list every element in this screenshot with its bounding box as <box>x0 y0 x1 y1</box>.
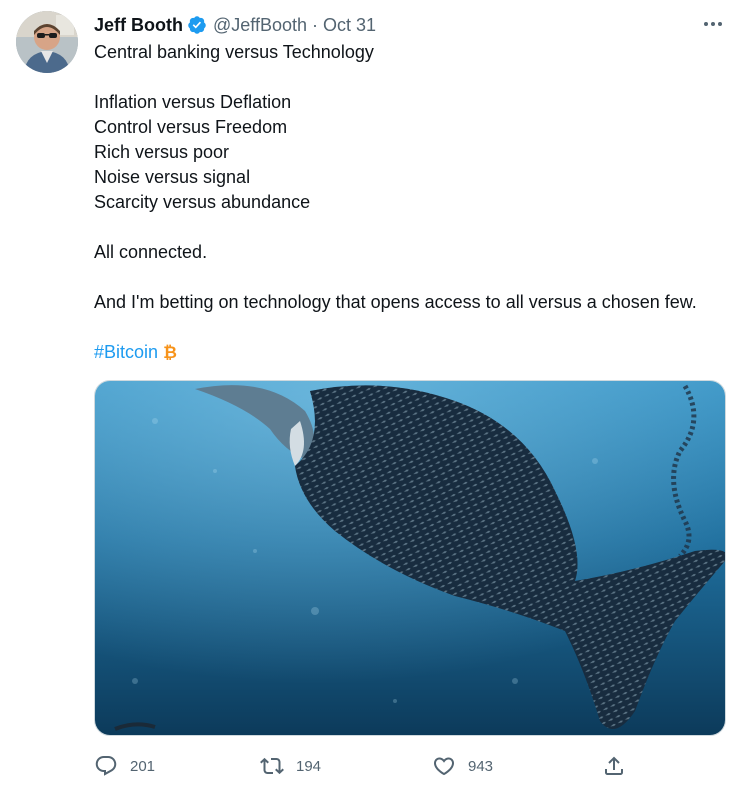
whale-fish-photo <box>95 381 725 735</box>
text-line: Noise versus signal <box>94 167 251 187</box>
share-icon <box>605 756 623 775</box>
text-line: Inflation versus Deflation <box>94 92 292 112</box>
tweet-date[interactable]: Oct 31 <box>323 15 376 36</box>
tweet-header: Jeff Booth @JeffBooth · Oct 31 <box>94 12 376 38</box>
like-button[interactable]: 943 <box>432 752 493 780</box>
separator-dot: · <box>312 14 318 35</box>
author-name[interactable]: Jeff Booth <box>94 15 183 36</box>
like-count: 943 <box>468 757 494 775</box>
bitcoin-icon: ₿ <box>163 343 177 362</box>
text-line: All connected. <box>94 242 208 262</box>
tweet-text: Central banking versus Technology Inflat… <box>94 40 734 365</box>
retweet-button[interactable]: 194 <box>260 752 321 780</box>
hashtag-line: #Bitcoin ₿ <box>94 340 734 365</box>
text-line: Scarcity versus abundance <box>94 192 311 212</box>
verified-badge-icon <box>188 16 206 34</box>
tweet-actions: 201 194 943 <box>94 752 734 780</box>
more-options-icon[interactable] <box>701 14 725 34</box>
text-line: And I'm betting on technology that opens… <box>94 292 697 312</box>
avatar-photo <box>16 11 78 73</box>
retweet-icon <box>260 757 284 775</box>
avatar[interactable] <box>16 11 78 73</box>
text-line: Central banking versus Technology <box>94 42 374 62</box>
text-line: Rich versus poor <box>94 142 230 162</box>
author-handle[interactable]: @JeffBooth <box>213 15 307 36</box>
tweet[interactable]: Jeff Booth @JeffBooth · Oct 31 Central b… <box>0 0 741 796</box>
reply-button[interactable]: 201 <box>94 752 155 780</box>
text-line: Control versus Freedom <box>94 117 288 137</box>
svg-text:₿: ₿ <box>163 343 177 362</box>
like-icon <box>433 757 455 776</box>
share-button[interactable] <box>602 752 626 780</box>
retweet-count: 194 <box>296 757 322 775</box>
reply-icon <box>95 756 117 776</box>
tweet-image[interactable] <box>94 380 726 736</box>
hashtag-link[interactable]: #Bitcoin <box>94 342 158 362</box>
reply-count: 201 <box>130 757 156 775</box>
